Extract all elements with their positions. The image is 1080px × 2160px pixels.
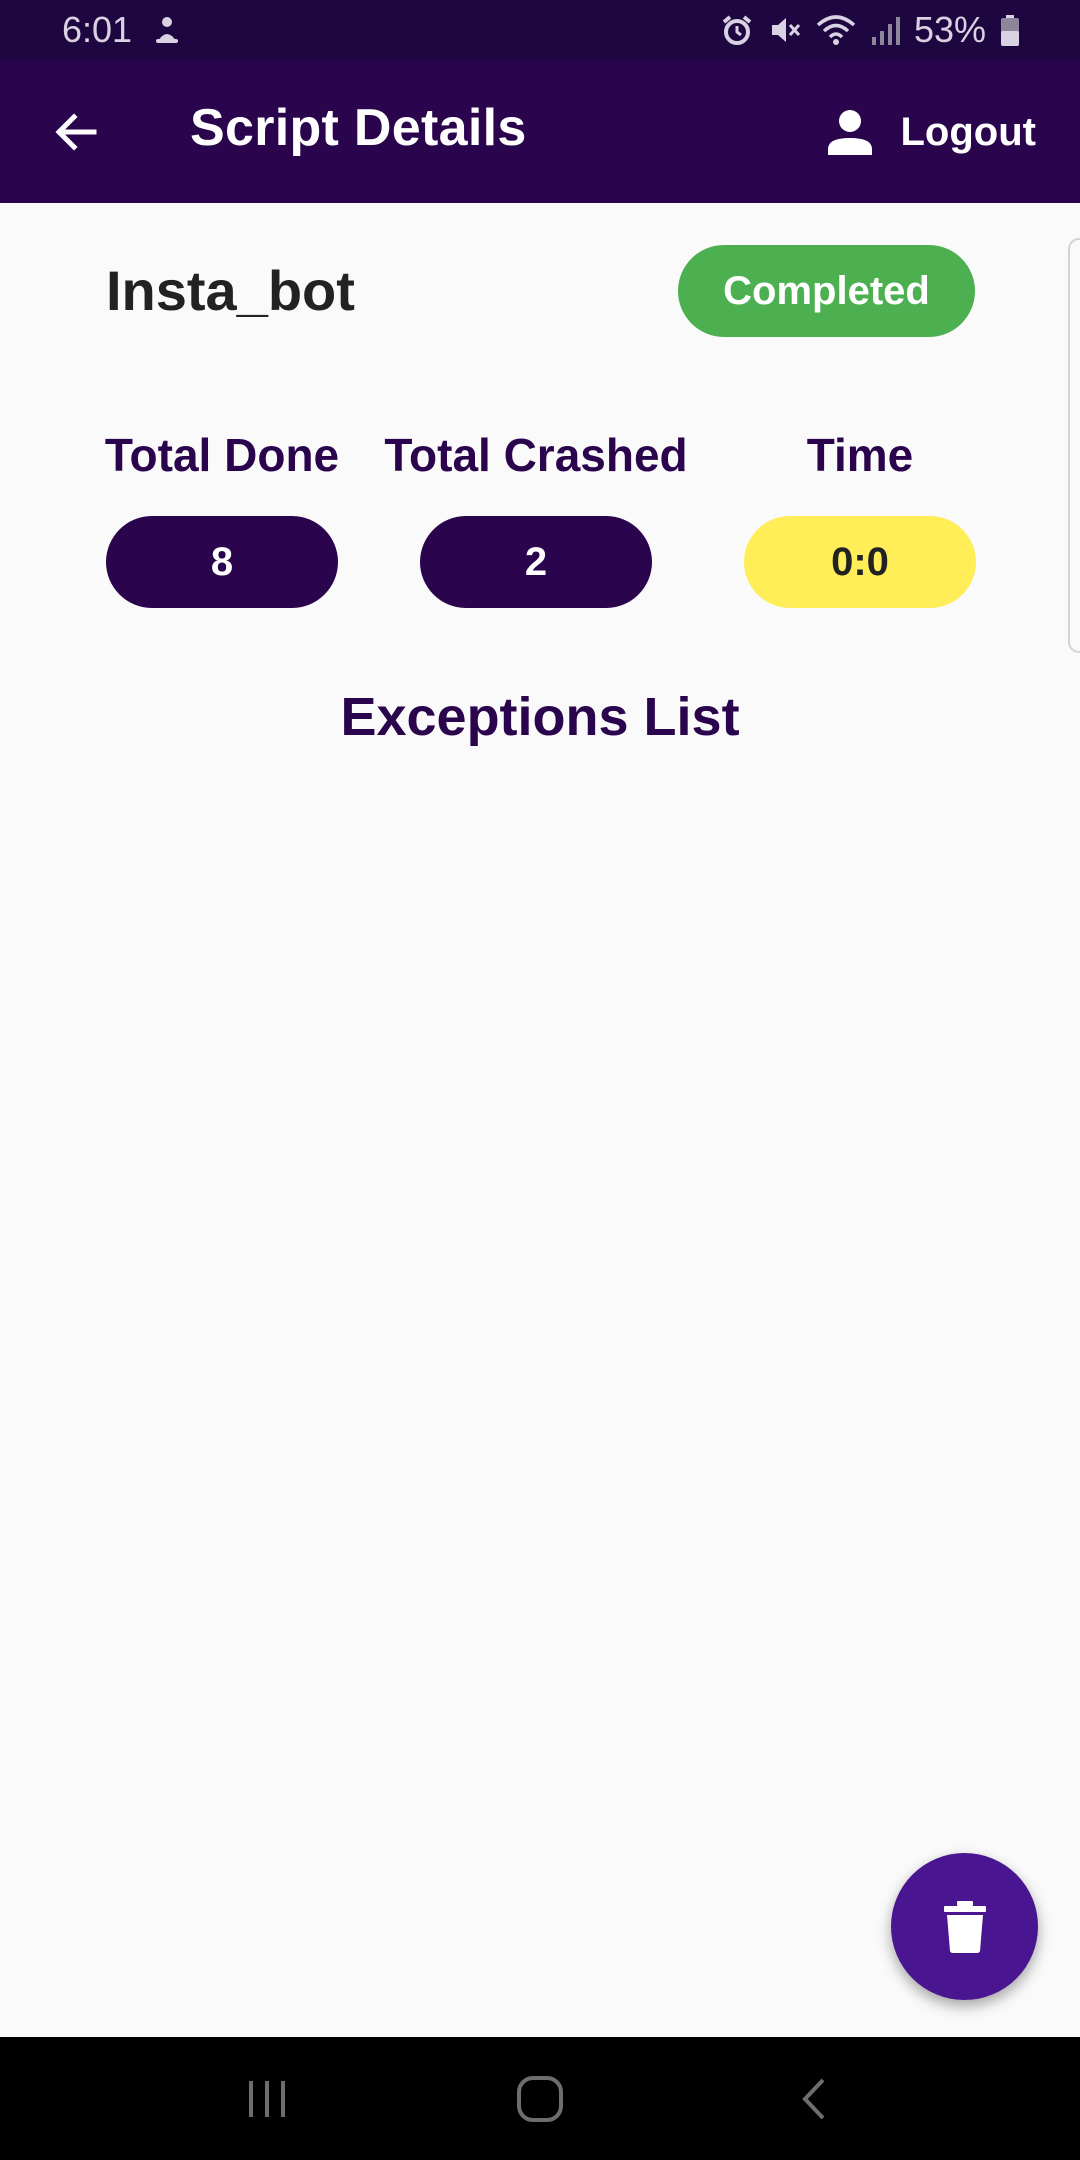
home-button[interactable] <box>480 2059 600 2139</box>
back-icon <box>802 2078 825 2119</box>
status-left: 6:01 <box>62 9 184 51</box>
scroll-edge-indicator <box>1068 238 1080 653</box>
stat-total-done: Total Done 8 <box>104 428 340 608</box>
screen: 6:01 53% Script Details Logout Insta_bot… <box>0 0 1080 2160</box>
status-bar: 6:01 53% <box>0 0 1080 60</box>
mute-icon <box>768 10 802 50</box>
recents-button[interactable] <box>207 2059 327 2139</box>
status-time: 6:01 <box>62 9 133 50</box>
signal-icon <box>870 10 900 50</box>
alarm-icon <box>720 10 754 50</box>
total-done-label: Total Done <box>104 429 340 481</box>
back-arrow-icon <box>55 113 97 151</box>
exceptions-list-title: Exceptions List <box>340 687 740 747</box>
time-label: Time <box>806 429 914 481</box>
battery-percent: 53% <box>913 9 986 50</box>
home-icon <box>516 2075 563 2122</box>
system-nav-bar <box>0 2037 1080 2160</box>
time-value: 0:0 <box>744 516 976 608</box>
system-back-button[interactable] <box>753 2059 873 2139</box>
total-done-value: 8 <box>106 516 338 608</box>
logout-button[interactable]: Logout <box>825 104 1037 160</box>
back-button[interactable] <box>48 104 104 160</box>
logout-label: Logout <box>900 109 1037 154</box>
notification-icon <box>150 10 184 50</box>
total-crashed-label: Total Crashed <box>384 429 688 481</box>
total-crashed-value: 2 <box>420 516 652 608</box>
script-name: Insta_bot <box>106 259 355 322</box>
battery-icon <box>1000 10 1020 50</box>
status-badge: Completed <box>678 245 975 337</box>
app-bar: Script Details Logout <box>0 60 1080 203</box>
recents-icon <box>248 2080 285 2117</box>
stat-time: Time 0:0 <box>744 428 976 608</box>
delete-fab-button[interactable] <box>891 1853 1038 2000</box>
trash-icon <box>943 1900 986 1953</box>
status-right: 53% <box>720 9 1020 51</box>
stat-total-crashed: Total Crashed 2 <box>384 428 688 608</box>
wifi-icon <box>816 10 856 50</box>
person-icon <box>827 110 872 155</box>
page-title: Script Details <box>190 99 527 157</box>
